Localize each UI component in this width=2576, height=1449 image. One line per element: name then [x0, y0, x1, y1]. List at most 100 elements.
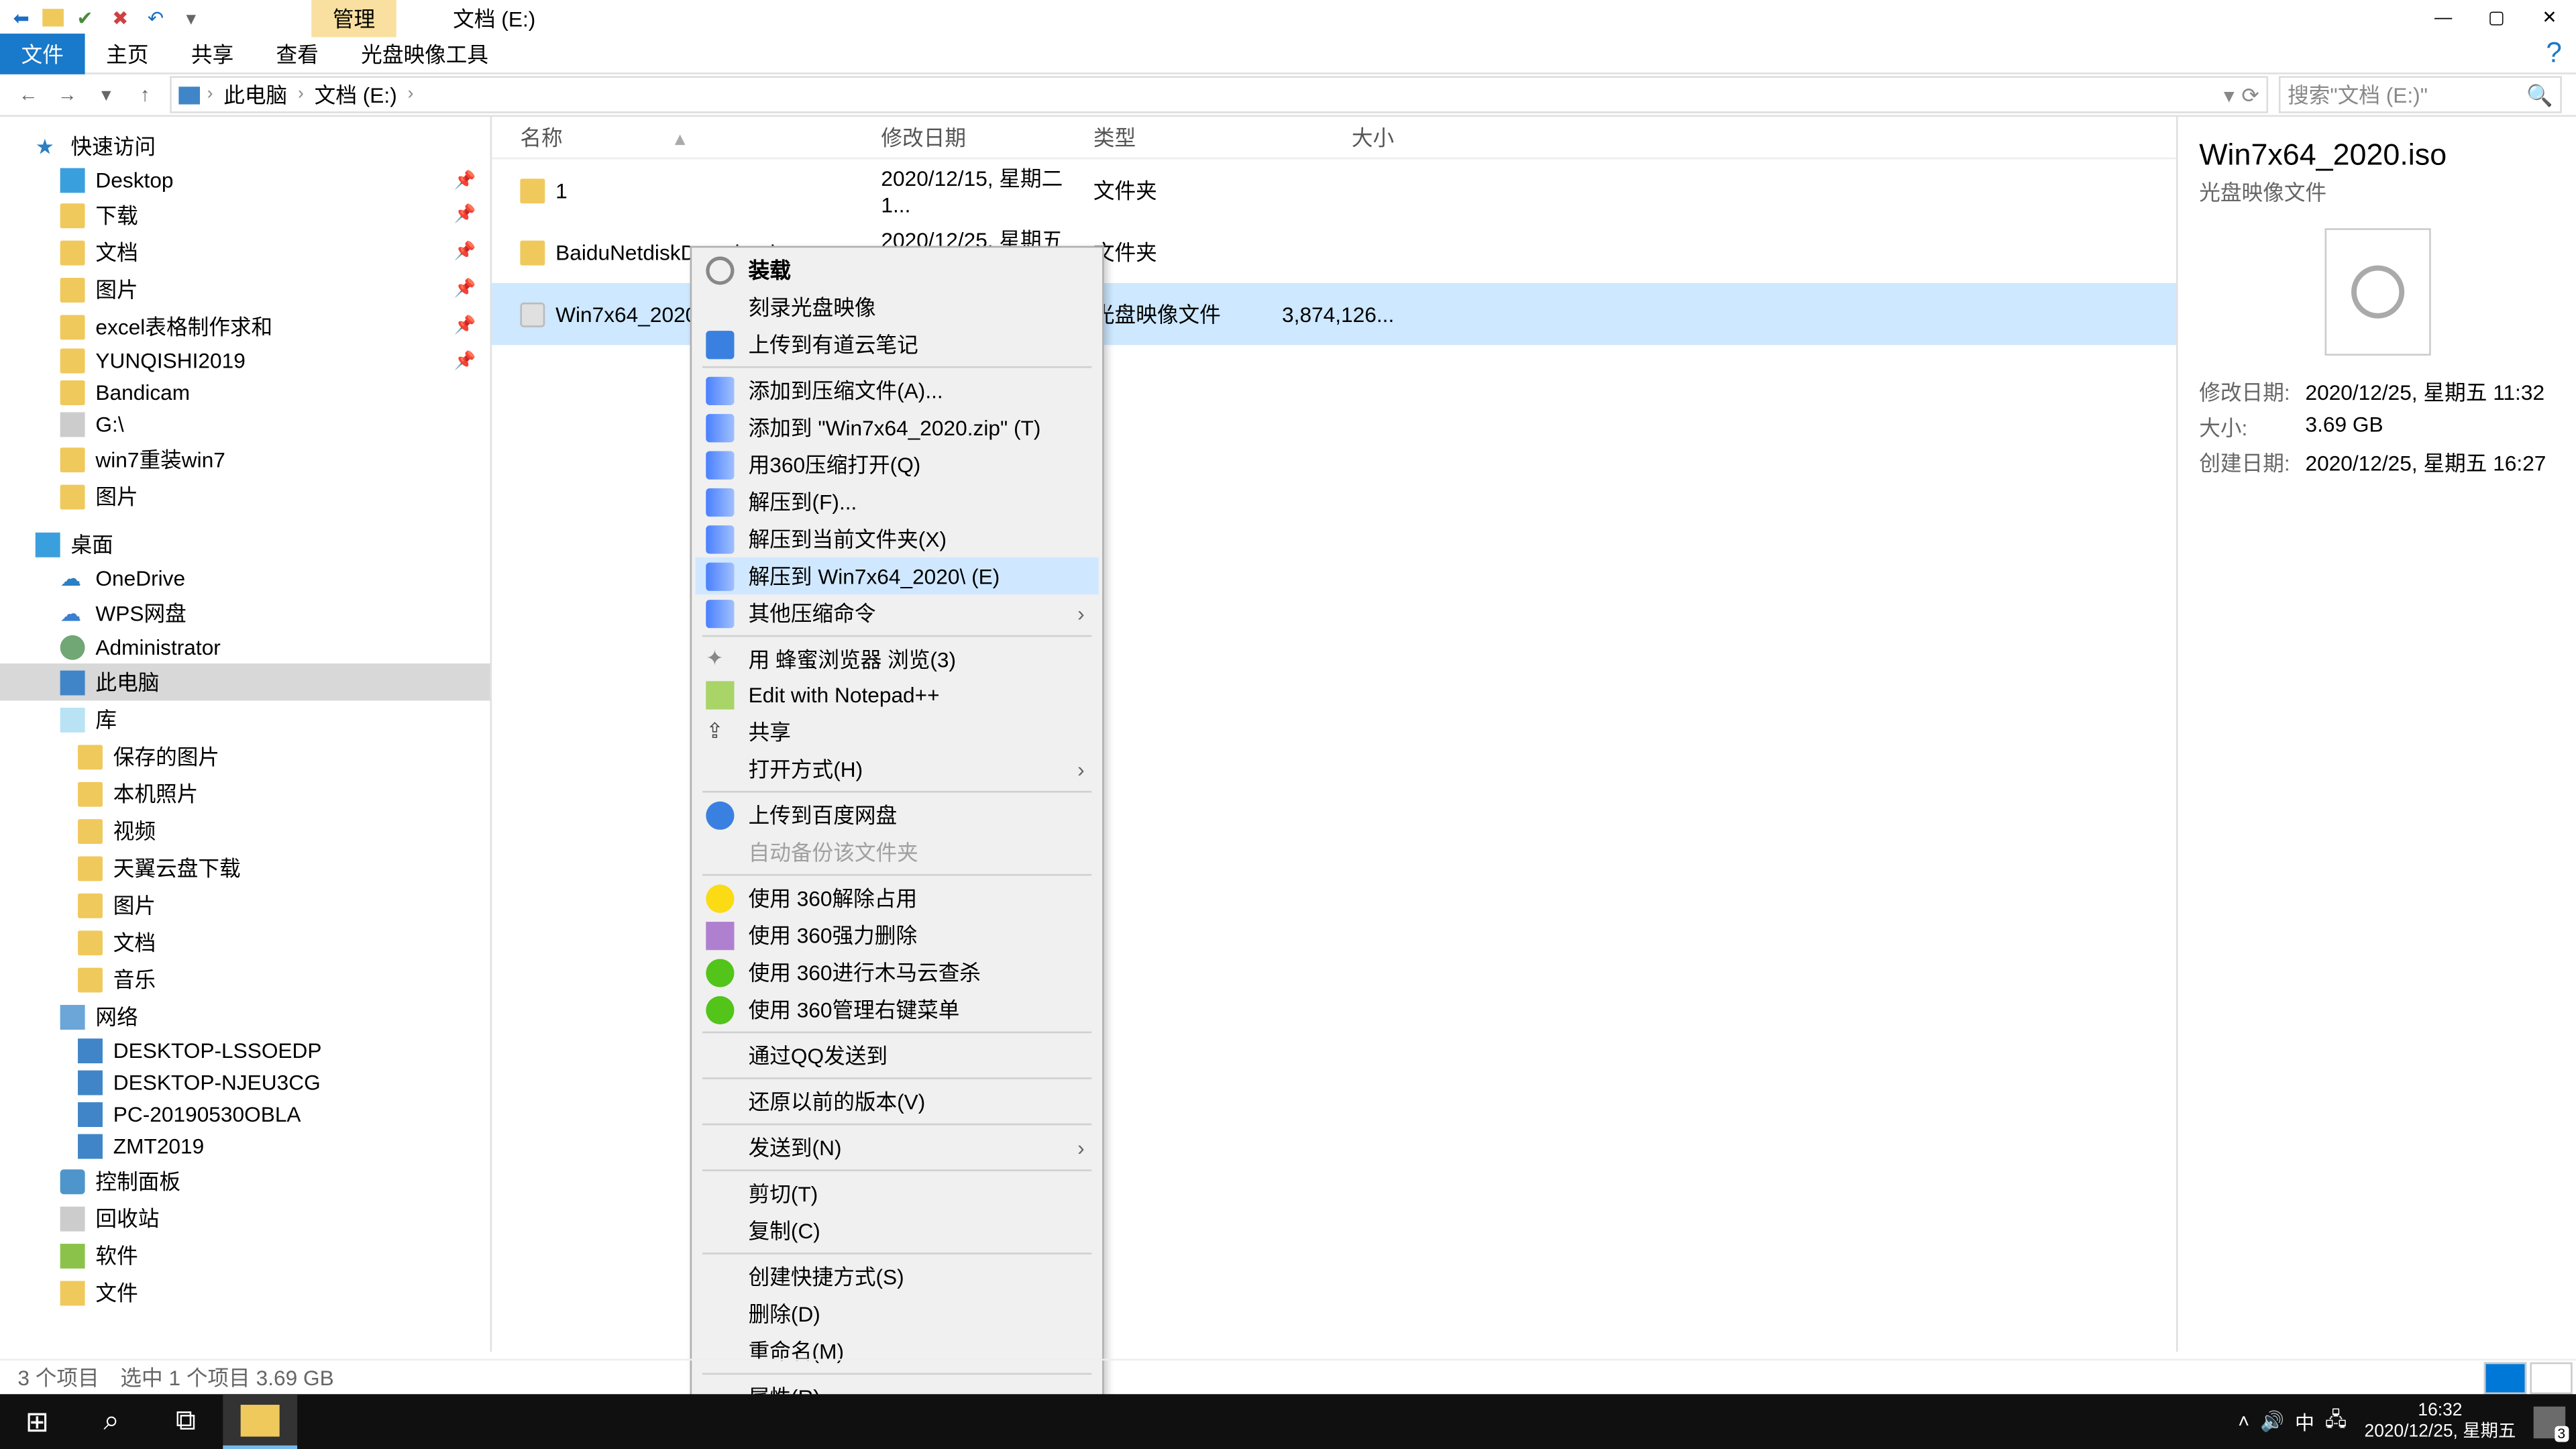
- nav-onedrive[interactable]: ☁OneDrive: [0, 563, 490, 594]
- chevron-right-icon[interactable]: ›: [207, 85, 213, 105]
- view-details-button[interactable]: [2484, 1361, 2526, 1393]
- ctx-youdao[interactable]: 上传到有道云笔记: [695, 325, 1098, 362]
- ctx-open-with[interactable]: 打开方式(H)›: [695, 750, 1098, 787]
- nav-local-pics[interactable]: 本机照片: [0, 775, 490, 812]
- notification-center-icon[interactable]: 3: [2534, 1405, 2565, 1437]
- column-size-header[interactable]: 大小: [1271, 122, 1412, 152]
- nav-excel-folder[interactable]: excel表格制作求和📌: [0, 308, 490, 345]
- minimize-button[interactable]: —: [2417, 0, 2470, 36]
- nav-recycle-bin[interactable]: 回收站: [0, 1199, 490, 1236]
- ctx-360-trojan-scan[interactable]: 使用 360进行木马云查杀: [695, 954, 1098, 991]
- breadcrumb-drive[interactable]: 文档 (E:): [311, 80, 400, 110]
- nav-downloads[interactable]: 下载📌: [0, 197, 490, 233]
- nav-desktop-root[interactable]: 桌面: [0, 525, 490, 562]
- ctx-create-shortcut[interactable]: 创建快捷方式(S): [695, 1258, 1098, 1295]
- nav-tianyi[interactable]: 天翼云盘下载: [0, 849, 490, 886]
- ctx-delete[interactable]: 删除(D): [695, 1295, 1098, 1332]
- ctx-mount[interactable]: 装载: [695, 252, 1098, 288]
- ctx-360-menu-manage[interactable]: 使用 360管理右键菜单: [695, 991, 1098, 1028]
- nav-music-lib[interactable]: 音乐: [0, 961, 490, 998]
- maximize-button[interactable]: ▢: [2470, 0, 2523, 36]
- breadcrumb[interactable]: › 此电脑 › 文档 (E:) › ▾ ⟳: [170, 76, 2268, 113]
- nav-software[interactable]: 软件: [0, 1237, 490, 1274]
- nav-back-button[interactable]: ←: [14, 84, 42, 105]
- ctx-extract-to[interactable]: 解压到(F)...: [695, 483, 1098, 520]
- ctx-send-to[interactable]: 发送到(N)›: [695, 1129, 1098, 1166]
- nav-gdrive[interactable]: G:\: [0, 409, 490, 440]
- volume-icon[interactable]: 🔊: [2260, 1410, 2284, 1433]
- chevron-right-icon[interactable]: ›: [408, 85, 414, 105]
- nav-file[interactable]: 文件: [0, 1274, 490, 1311]
- nav-user[interactable]: Administrator: [0, 632, 490, 663]
- start-button[interactable]: ⊞: [0, 1394, 74, 1449]
- nav-docs-lib[interactable]: 文档: [0, 924, 490, 961]
- nav-network[interactable]: 网络: [0, 998, 490, 1034]
- home-tab[interactable]: 主页: [85, 34, 170, 74]
- nav-recent-dropdown[interactable]: ▾: [92, 83, 120, 106]
- file-tab[interactable]: 文件: [0, 34, 85, 74]
- ctx-burn[interactable]: 刻录光盘映像: [695, 288, 1098, 325]
- nav-videos[interactable]: 视频: [0, 812, 490, 849]
- nav-up-button[interactable]: ↑: [131, 84, 159, 105]
- breadcrumb-dropdown-icon[interactable]: ▾: [2224, 83, 2235, 107]
- quick-access-node[interactable]: ★快速访问: [0, 127, 490, 164]
- nav-saved-pics[interactable]: 保存的图片: [0, 738, 490, 775]
- refresh-icon[interactable]: ⟳: [2241, 83, 2259, 107]
- breadcrumb-thispc[interactable]: 此电脑: [220, 80, 291, 110]
- column-type-header[interactable]: 类型: [1093, 122, 1271, 152]
- nav-this-pc[interactable]: 此电脑: [0, 663, 490, 700]
- nav-yunqishi[interactable]: YUNQISHI2019📌: [0, 345, 490, 376]
- ctx-send-qq[interactable]: 通过QQ发送到: [695, 1036, 1098, 1073]
- network-icon[interactable]: 🖧: [2325, 1405, 2347, 1438]
- disc-tools-tab[interactable]: 光盘映像工具: [340, 34, 510, 74]
- nav-net-pc4[interactable]: ZMT2019: [0, 1130, 490, 1162]
- nav-win7-folder[interactable]: win7重装win7: [0, 441, 490, 478]
- ctx-notepadpp[interactable]: Edit with Notepad++: [695, 678, 1098, 713]
- view-tab[interactable]: 查看: [255, 34, 340, 74]
- nav-control-panel[interactable]: 控制面板: [0, 1163, 490, 1199]
- ctx-copy[interactable]: 复制(C): [695, 1212, 1098, 1249]
- nav-net-pc3[interactable]: PC-20190530OBLA: [0, 1099, 490, 1130]
- ctx-cut[interactable]: 剪切(T): [695, 1175, 1098, 1212]
- ctx-share[interactable]: ⇪共享: [695, 713, 1098, 750]
- explorer-taskbar-button[interactable]: [223, 1394, 297, 1449]
- nav-pictures-lib[interactable]: 图片: [0, 886, 490, 923]
- ctx-restore-version[interactable]: 还原以前的版本(V): [695, 1083, 1098, 1120]
- search-input[interactable]: 搜索"文档 (E:)" 🔍: [2279, 76, 2562, 113]
- ctx-upload-baidu[interactable]: 上传到百度网盘: [695, 796, 1098, 833]
- nav-pictures[interactable]: 图片📌: [0, 271, 490, 308]
- share-tab[interactable]: 共享: [170, 34, 255, 74]
- manage-context-tab[interactable]: 管理: [311, 0, 396, 36]
- help-icon[interactable]: ?: [2546, 38, 2576, 70]
- view-icons-button[interactable]: [2530, 1361, 2572, 1393]
- column-name-header[interactable]: 名称 ▴: [492, 122, 881, 152]
- nav-libraries[interactable]: 库: [0, 700, 490, 737]
- chevron-right-icon[interactable]: ›: [298, 85, 304, 105]
- nav-bandicam[interactable]: Bandicam: [0, 377, 490, 409]
- task-view-button[interactable]: ⧉: [149, 1394, 223, 1449]
- tray-overflow-icon[interactable]: ˄: [2238, 1411, 2249, 1432]
- ctx-add-archive[interactable]: 添加到压缩文件(A)...: [695, 372, 1098, 409]
- ime-indicator[interactable]: 中: [2295, 1407, 2314, 1436]
- column-date-header[interactable]: 修改日期: [881, 122, 1093, 152]
- undo-qat-icon[interactable]: ↶: [142, 3, 170, 32]
- ctx-360-unlock[interactable]: 使用 360解除占用: [695, 879, 1098, 916]
- nav-documents[interactable]: 文档📌: [0, 233, 490, 270]
- check-qat-icon[interactable]: ✔: [70, 3, 99, 32]
- ctx-open-360zip[interactable]: 用360压缩打开(Q): [695, 446, 1098, 483]
- nav-pictures-2[interactable]: 图片: [0, 478, 490, 515]
- ctx-360-force-delete[interactable]: 使用 360强力删除: [695, 916, 1098, 953]
- nav-net-pc2[interactable]: DESKTOP-NJEU3CG: [0, 1067, 490, 1098]
- close-qat-icon[interactable]: ✖: [106, 3, 134, 32]
- back-qat-icon[interactable]: ⬅: [7, 3, 36, 32]
- nav-net-pc1[interactable]: DESKTOP-LSSOEDP: [0, 1035, 490, 1067]
- ctx-other-compress[interactable]: 其他压缩命令›: [695, 594, 1098, 631]
- nav-wps[interactable]: ☁WPS网盘: [0, 594, 490, 631]
- nav-desktop[interactable]: Desktop📌: [0, 164, 490, 196]
- ctx-extract-dir[interactable]: 解压到 Win7x64_2020\ (E): [695, 557, 1098, 594]
- clock[interactable]: 16:32 2020/12/25, 星期五: [2357, 1400, 2523, 1442]
- ctx-extract-here[interactable]: 解压到当前文件夹(X): [695, 520, 1098, 557]
- ctx-add-zip[interactable]: 添加到 "Win7x64_2020.zip" (T): [695, 409, 1098, 445]
- close-button[interactable]: ✕: [2523, 0, 2576, 36]
- nav-forward-button[interactable]: →: [53, 84, 81, 105]
